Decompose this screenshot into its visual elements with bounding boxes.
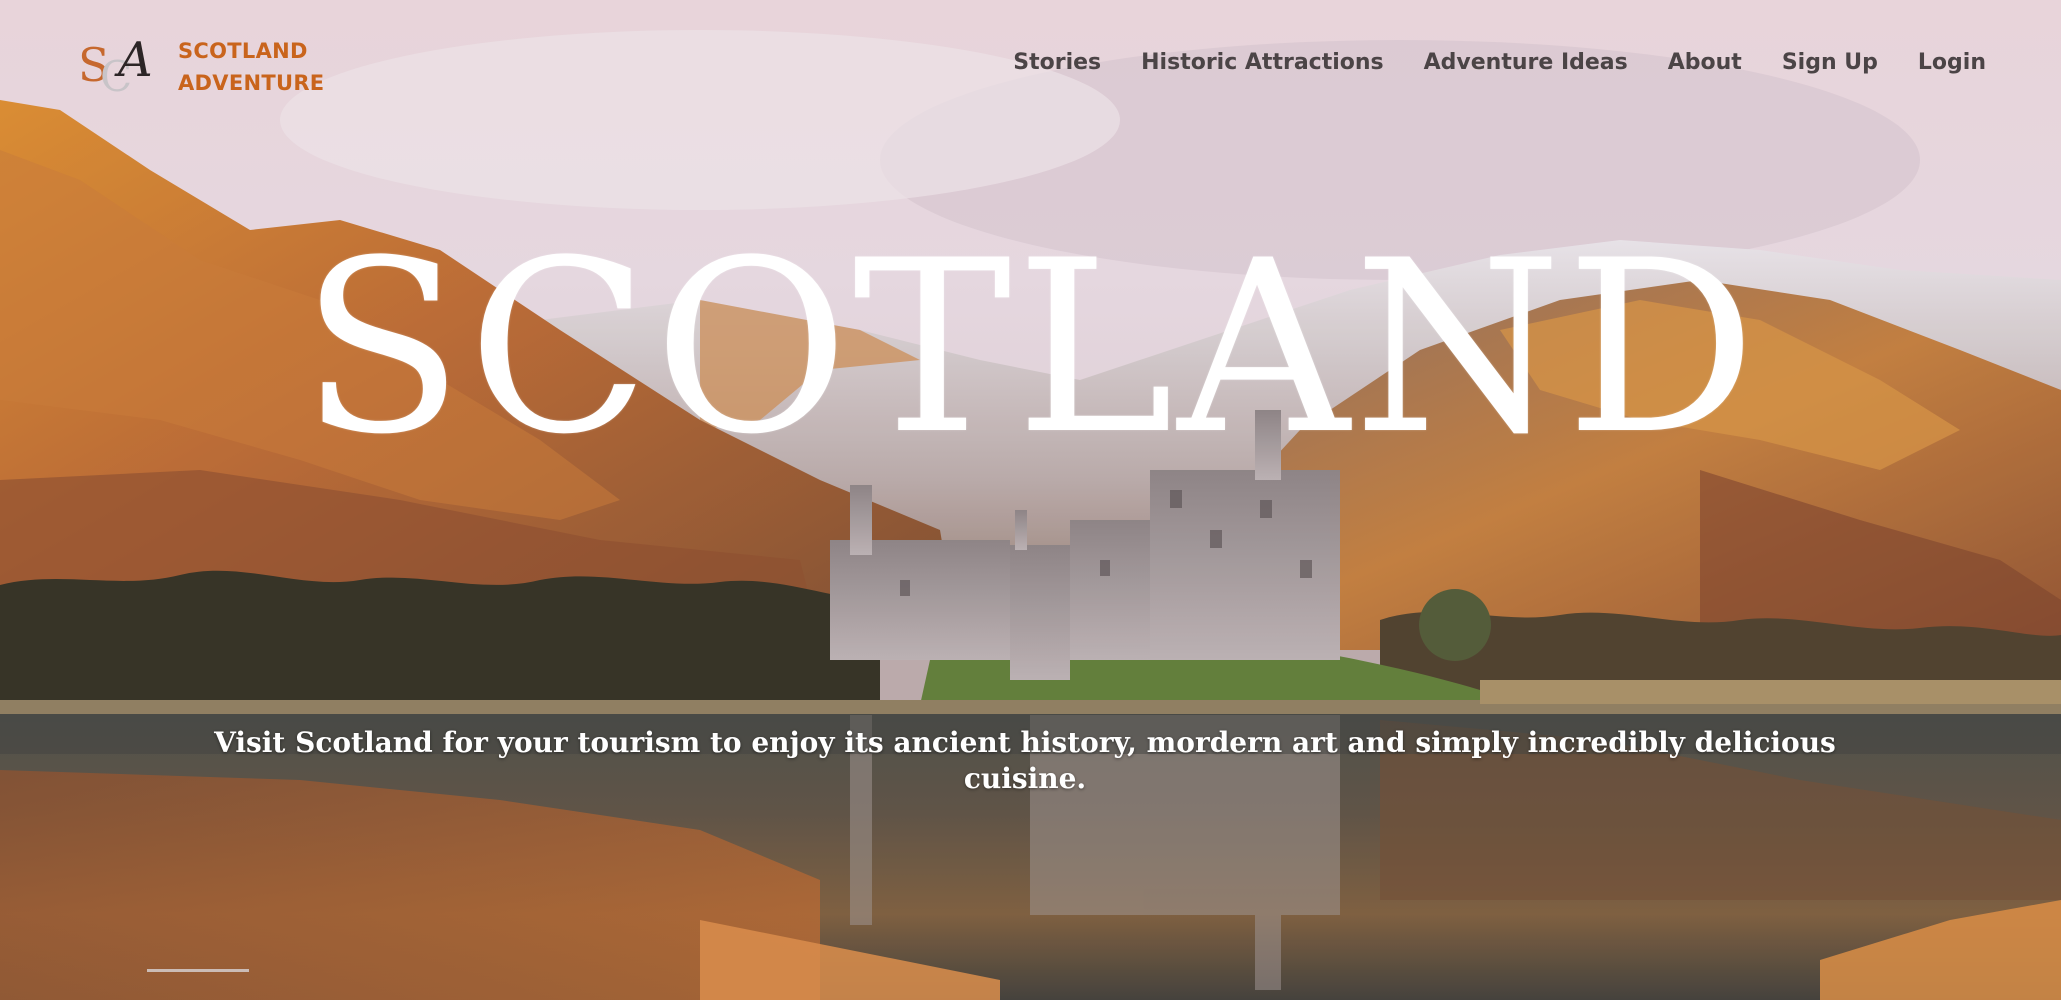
nav-link-adventure-ideas[interactable]: Adventure Ideas bbox=[1424, 50, 1628, 75]
main-nav: Stories Historic Attractions Adventure I… bbox=[1013, 50, 1986, 75]
nav-link-login[interactable]: Login bbox=[1918, 50, 1986, 75]
logo-letter-a: A bbox=[118, 32, 153, 88]
brand-name-line2: ADVENTURE bbox=[178, 71, 325, 95]
hero-section bbox=[0, 0, 2061, 1000]
hero-tagline: Visit Scotland for your tourism to enjoy… bbox=[214, 726, 1836, 795]
hero-background-image bbox=[0, 0, 2061, 1000]
nav-link-sign-up[interactable]: Sign Up bbox=[1782, 50, 1878, 75]
nav-link-stories[interactable]: Stories bbox=[1013, 50, 1101, 75]
scroll-indicator bbox=[147, 969, 249, 972]
nav-link-about[interactable]: About bbox=[1668, 50, 1742, 75]
brand-name-line1: SCOTLAND bbox=[178, 39, 308, 63]
logo-mark: S C A bbox=[76, 34, 162, 100]
nav-link-historic-attractions[interactable]: Historic Attractions bbox=[1141, 50, 1384, 75]
brand-name: SCOTLAND ADVENTURE bbox=[178, 35, 324, 99]
hero-title: SCOTLAND bbox=[300, 210, 1761, 487]
brand-logo[interactable]: S C A SCOTLAND ADVENTURE bbox=[76, 34, 324, 100]
